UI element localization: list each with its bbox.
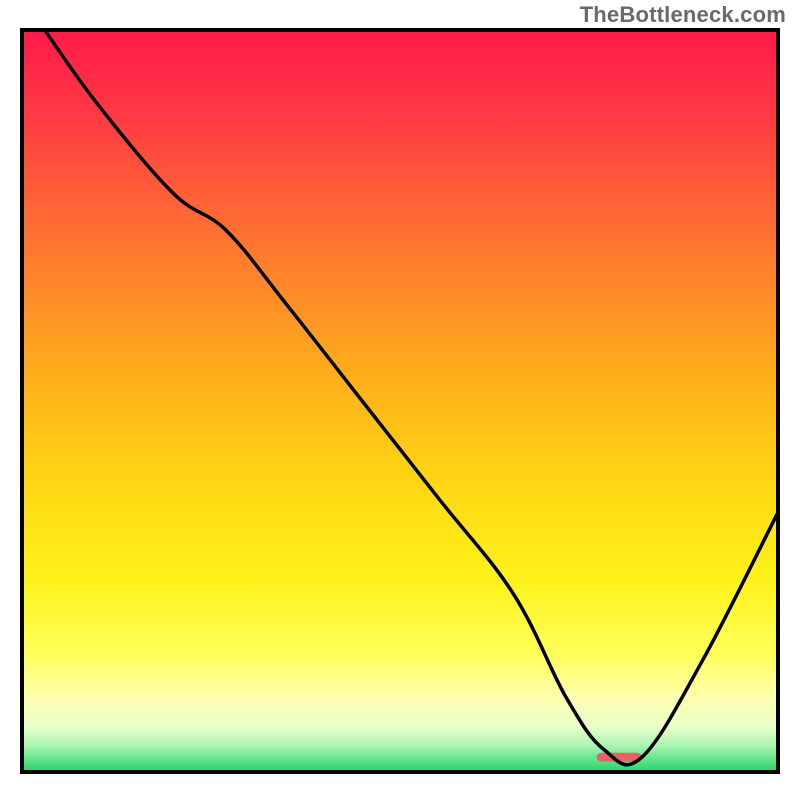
watermark-text: TheBottleneck.com bbox=[580, 2, 786, 28]
plot-background bbox=[22, 30, 778, 772]
chart-svg bbox=[0, 0, 800, 800]
chart-frame: TheBottleneck.com bbox=[0, 0, 800, 800]
